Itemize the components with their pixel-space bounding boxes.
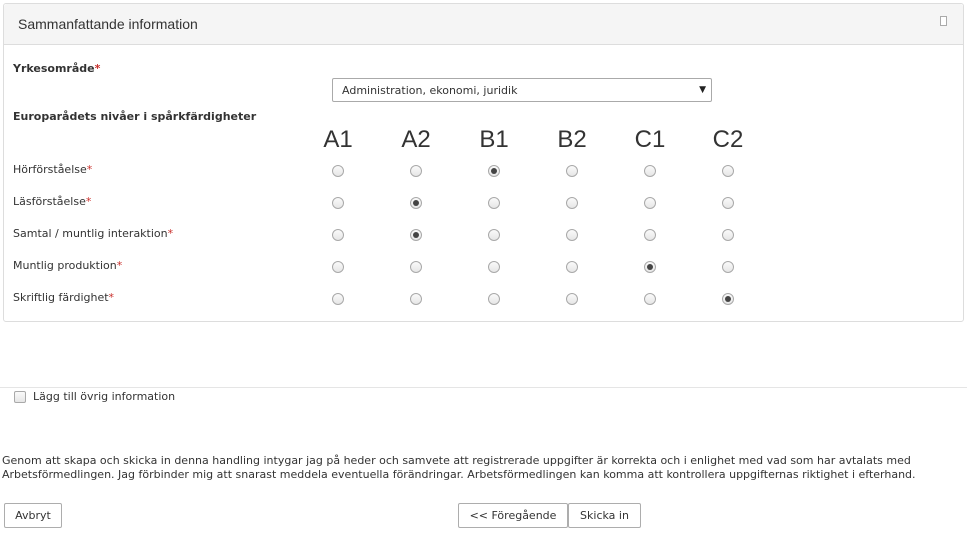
skill-label: Samtal / muntlig interaktion* <box>13 227 173 240</box>
radio-a1[interactable] <box>332 197 344 209</box>
radio-c1[interactable] <box>644 197 656 209</box>
skill-label: Muntlig produktion* <box>13 259 122 272</box>
required-mark: * <box>94 62 101 75</box>
radio-a2[interactable] <box>410 261 422 273</box>
required-mark: * <box>86 163 93 176</box>
required-mark: * <box>167 227 174 240</box>
skill-label-text: Samtal / muntlig interaktion <box>13 227 168 240</box>
occupation-select[interactable]: Administration, ekonomi, juridik ▼ <box>332 78 712 102</box>
radio-a1[interactable] <box>332 261 344 273</box>
summary-panel: Sammanfattande information <box>3 3 964 322</box>
radio-c1[interactable] <box>644 261 656 273</box>
radio-b2[interactable] <box>566 197 578 209</box>
radio-b2[interactable] <box>566 165 578 177</box>
radio-b2[interactable] <box>566 293 578 305</box>
occupation-select-value: Administration, ekonomi, juridik <box>342 84 518 97</box>
radio-b1[interactable] <box>488 197 500 209</box>
skill-label-text: Skriftlig färdighet <box>13 291 109 304</box>
required-mark: * <box>108 291 115 304</box>
radio-a2[interactable] <box>410 165 422 177</box>
radio-a2[interactable] <box>410 197 422 209</box>
radio-c2[interactable] <box>722 229 734 241</box>
skill-label-text: Läsförståelse <box>13 195 86 208</box>
extra-info-label: Lägg till övrig information <box>33 390 176 403</box>
radio-a1[interactable] <box>332 293 344 305</box>
level-header-b1: B1 <box>479 126 509 153</box>
radio-b2[interactable] <box>566 261 578 273</box>
radio-b1[interactable] <box>488 293 500 305</box>
radio-c2[interactable] <box>722 197 734 209</box>
radio-b1[interactable] <box>488 229 500 241</box>
cefr-label: Europarådets nivåer i spårkfärdigheter <box>13 110 257 123</box>
skill-label-text: Hörförståelse <box>13 163 87 176</box>
cancel-button[interactable]: Avbryt <box>4 503 62 528</box>
radio-b1[interactable] <box>488 261 500 273</box>
radio-c2[interactable] <box>722 165 734 177</box>
legal-text: Genom att skapa och skicka in denna hand… <box>2 454 916 481</box>
skill-label: Hörförståelse* <box>13 163 92 176</box>
level-header-b2: B2 <box>557 126 587 153</box>
radio-a2[interactable] <box>410 229 422 241</box>
level-header-c1: C1 <box>634 126 666 153</box>
radio-c2[interactable] <box>722 261 734 273</box>
divider <box>0 387 967 388</box>
previous-button[interactable]: << Föregående <box>458 503 568 528</box>
radio-c1[interactable] <box>644 293 656 305</box>
required-mark: * <box>85 195 92 208</box>
extra-info-checkbox[interactable] <box>14 391 26 403</box>
radio-c1[interactable] <box>644 165 656 177</box>
level-header-a1: A1 <box>323 126 353 153</box>
radio-a2[interactable] <box>410 293 422 305</box>
radio-a1[interactable] <box>332 165 344 177</box>
occupation-label: Yrkesområde* <box>13 62 100 75</box>
radio-c2[interactable] <box>722 293 734 305</box>
chevron-down-icon: ▼ <box>699 85 706 95</box>
skill-label-text: Muntlig produktion <box>13 259 117 272</box>
radio-b1[interactable] <box>488 165 500 177</box>
level-header-a2: A2 <box>401 126 431 153</box>
radio-c1[interactable] <box>644 229 656 241</box>
required-mark: * <box>116 259 123 272</box>
level-header-c2: C2 <box>712 126 744 153</box>
collapse-icon[interactable] <box>940 16 947 26</box>
panel-title: Sammanfattande information <box>18 16 198 32</box>
skill-label: Skriftlig färdighet* <box>13 291 114 304</box>
radio-b2[interactable] <box>566 229 578 241</box>
occupation-label-text: Yrkesområde <box>13 62 95 75</box>
radio-a1[interactable] <box>332 229 344 241</box>
submit-button[interactable]: Skicka in <box>568 503 641 528</box>
panel-heading: Sammanfattande information <box>4 4 963 45</box>
skill-label: Läsförståelse* <box>13 195 91 208</box>
